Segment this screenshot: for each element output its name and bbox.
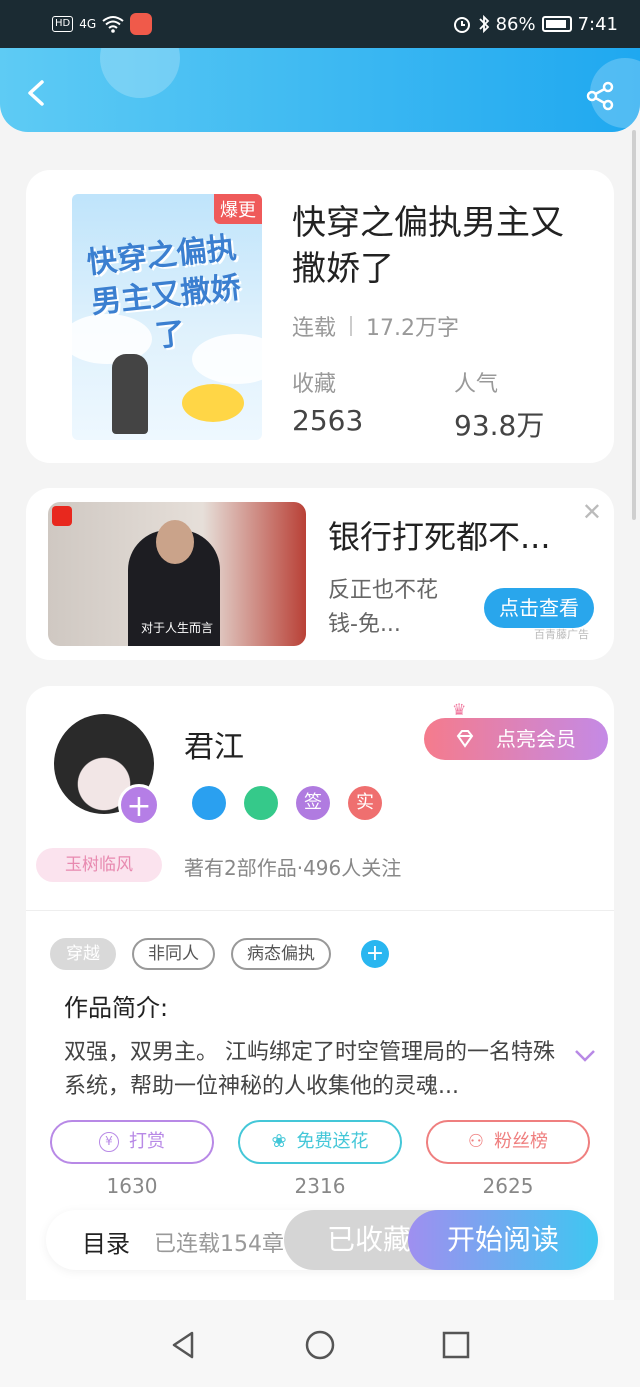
- chevron-down-icon[interactable]: [574, 1048, 596, 1064]
- add-tag-button[interactable]: +: [361, 940, 389, 968]
- close-icon[interactable]: ✕: [582, 498, 602, 526]
- ad-person-head: [156, 520, 194, 564]
- popularity-value: 93.8万: [454, 409, 545, 442]
- collect-value: 2563: [292, 404, 364, 437]
- signal-icon: 4G: [79, 17, 97, 31]
- reward-button[interactable]: ¥ 打赏: [50, 1120, 214, 1164]
- meta-divider: [350, 316, 353, 336]
- reader-bar: 目录 已连载154章 已收藏 开始阅读: [46, 1210, 598, 1270]
- author-card: + 玉树临风 君江 ♛ 点亮会员 签 实 著有2部作品·496人关注 穿越 非同…: [26, 686, 614, 1387]
- send-flower-button[interactable]: ❀ 免费送花: [238, 1120, 402, 1164]
- intro-label: 作品简介:: [64, 994, 169, 1022]
- fan-rank-label: 粉丝榜: [494, 1131, 549, 1152]
- system-nav-bar: [0, 1300, 640, 1387]
- hot-update-badge: 爆更: [214, 194, 262, 224]
- author-badges: 签 实: [192, 786, 382, 820]
- fan-rank-button[interactable]: ⚇ 粉丝榜: [426, 1120, 590, 1164]
- battery-percent: 86%: [495, 13, 536, 35]
- popularity-label: 人气: [454, 372, 499, 397]
- battery-icon: [541, 16, 572, 32]
- ad-cta-button[interactable]: 点击查看: [484, 588, 594, 628]
- music-badge-icon: [192, 786, 226, 820]
- intro-text[interactable]: 双强，双男主。 江屿绑定了时空管理局的一名特殊系统，帮助一位神秘的人收集他的灵魂…: [64, 1036, 564, 1104]
- collect-label: 收藏: [292, 372, 337, 397]
- ad-card[interactable]: 对于人生而言 银行打死都不... 反正也不花钱-免... ✕ 点击查看 百青藤广…: [26, 488, 614, 660]
- fan-rank-count: 2625: [482, 1174, 534, 1198]
- triangle-back-icon[interactable]: [168, 1330, 198, 1360]
- ad-image[interactable]: 对于人生而言: [48, 502, 306, 646]
- header: [0, 48, 640, 132]
- clock: 7:41: [577, 13, 618, 35]
- hd-indicator: HD: [52, 16, 74, 32]
- book-cover[interactable]: 快穿之偏执男主又撒娇了 爆更: [72, 194, 262, 440]
- real-badge-icon: 实: [348, 786, 382, 820]
- start-reading-button[interactable]: 开始阅读: [408, 1210, 598, 1270]
- tag-item[interactable]: 病态偏执: [231, 938, 331, 970]
- book-info-card: 快穿之偏执男主又撒娇了 爆更 快穿之偏执男主又撒娇了 连载 17.2万字 收藏 …: [26, 170, 614, 463]
- scrollbar[interactable]: [632, 130, 636, 520]
- flower-icon: ❀: [271, 1131, 287, 1152]
- handshake-badge-icon: [244, 786, 278, 820]
- word-count: 17.2万字: [366, 316, 460, 341]
- author-name[interactable]: 君江: [184, 722, 244, 766]
- tag-list: 穿越 非同人 病态偏执 +: [50, 938, 389, 970]
- crown-icon: ♛: [452, 700, 467, 719]
- reward-count: 1630: [106, 1174, 158, 1198]
- divider: [26, 910, 614, 911]
- power-icon: [52, 506, 72, 526]
- yen-coin-icon: ¥: [99, 1132, 119, 1152]
- cover-art-text: 快穿之偏执男主又撒娇了: [85, 230, 243, 355]
- follow-button[interactable]: +: [118, 784, 160, 826]
- toc-button[interactable]: 目录: [82, 1224, 130, 1259]
- vip-button[interactable]: 点亮会员: [424, 718, 608, 760]
- book-meta: 连载 17.2万字: [292, 310, 459, 342]
- flower-label: 免费送花: [296, 1131, 369, 1152]
- flower-count: 2316: [294, 1174, 346, 1198]
- serial-count[interactable]: 已连载154章: [154, 1226, 284, 1258]
- share-button[interactable]: [584, 80, 616, 112]
- cover-duck: [182, 384, 244, 422]
- back-button[interactable]: [22, 78, 52, 108]
- book-status: 连载: [292, 316, 337, 341]
- ad-title: 银行打死都不...: [328, 518, 551, 556]
- reward-label: 打赏: [129, 1131, 165, 1152]
- cover-character: [112, 354, 148, 434]
- tag-item[interactable]: 非同人: [132, 938, 215, 970]
- user-icon: ⚇: [467, 1131, 485, 1152]
- author-stats: 著有2部作品·496人关注: [184, 856, 402, 880]
- square-recents-icon[interactable]: [441, 1330, 471, 1360]
- circle-home-icon[interactable]: [305, 1330, 335, 1360]
- bluetooth-icon: [478, 14, 489, 34]
- ad-source: 百青藤广告: [534, 628, 589, 641]
- tag-item[interactable]: 穿越: [50, 938, 116, 970]
- book-title: 快穿之偏执男主又撒娇了: [292, 203, 564, 289]
- decor-bubble: [100, 48, 180, 98]
- ad-description: 反正也不花钱-免...: [328, 578, 439, 637]
- app-notification-icon: [130, 13, 153, 35]
- wifi-icon: [102, 16, 124, 33]
- vip-button-label: 点亮会员: [496, 727, 576, 751]
- fan-title-tag: 玉树临风: [36, 848, 162, 882]
- ad-caption: 对于人生而言: [140, 621, 213, 635]
- alarm-icon: [453, 17, 470, 33]
- sign-badge-icon: 签: [296, 786, 330, 820]
- status-bar: HD 4G 86% 7:41: [0, 0, 640, 48]
- diamond-icon: [456, 730, 474, 748]
